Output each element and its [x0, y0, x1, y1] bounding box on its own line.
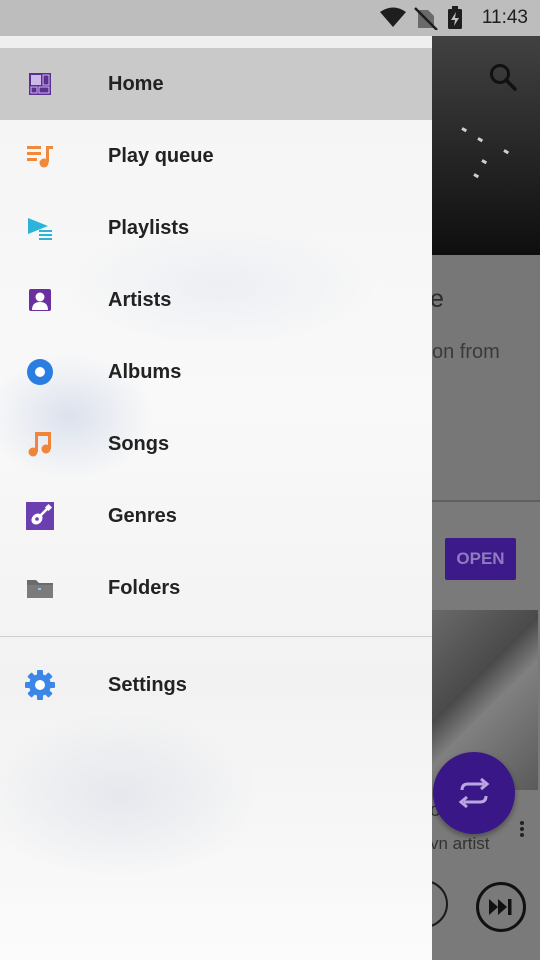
nav-item-artists[interactable]: Artists: [0, 264, 432, 336]
search-icon[interactable]: [488, 62, 518, 92]
card-title: e: [430, 285, 444, 313]
nav-item-home[interactable]: Home: [0, 48, 432, 120]
playlists-icon: [24, 214, 56, 242]
nav-item-genres[interactable]: Genres: [0, 480, 432, 552]
album-artist: vn artist: [430, 834, 490, 853]
shuffle-fab[interactable]: [433, 752, 515, 834]
wifi-icon: [380, 7, 406, 27]
nav-item-label: Artists: [108, 288, 172, 311]
hero-artwork-icon: [461, 127, 510, 179]
divider: [430, 500, 540, 502]
nav-item-folders[interactable]: Folders: [0, 552, 432, 624]
nav-item-songs[interactable]: Songs: [0, 408, 432, 480]
status-time: 11:43: [481, 7, 528, 28]
nav-item-settings[interactable]: Settings: [0, 649, 432, 721]
status-bar: 11:43: [0, 0, 540, 36]
nav-item-label: Settings: [108, 673, 187, 696]
songs-icon: [24, 430, 56, 458]
screen: e on from OPEN o vn artist 11:43 Home Pl…: [0, 0, 540, 960]
artists-icon: [24, 286, 56, 314]
nav-item-label: Genres: [108, 504, 177, 527]
more-options-icon[interactable]: [516, 820, 528, 838]
home-icon: [24, 70, 56, 98]
play-queue-icon: [24, 142, 56, 170]
feature-card: [430, 255, 540, 500]
nav-item-label: Albums: [108, 360, 182, 383]
nav-item-label: Home: [108, 72, 164, 95]
settings-icon: [24, 670, 56, 700]
drawer-divider: [0, 636, 432, 637]
nav-item-playlists[interactable]: Playlists: [0, 192, 432, 264]
hero-image: [430, 0, 540, 255]
nav-item-albums[interactable]: Albums: [0, 336, 432, 408]
drawer-top-strip: [0, 36, 432, 48]
folders-icon: [24, 574, 56, 602]
skip-next-icon: [489, 899, 512, 915]
nav-item-label: Play queue: [108, 144, 214, 167]
albums-icon: [24, 358, 56, 386]
nav-item-play-queue[interactable]: Play queue: [0, 120, 432, 192]
skip-next-button[interactable]: [476, 882, 526, 932]
navigation-drawer: Home Play queue Playlists Artists Albums…: [0, 36, 432, 960]
nav-item-label: Folders: [108, 576, 181, 599]
battery-charging-icon: [448, 6, 462, 29]
nav-item-label: Playlists: [108, 216, 190, 239]
open-button[interactable]: OPEN: [445, 538, 516, 580]
no-sim-icon: [414, 7, 438, 30]
repeat-icon: [458, 778, 490, 808]
genres-icon: [24, 502, 56, 530]
status-icons: [380, 6, 462, 30]
nav-item-label: Songs: [108, 432, 170, 455]
card-subtitle: on from: [432, 341, 500, 363]
